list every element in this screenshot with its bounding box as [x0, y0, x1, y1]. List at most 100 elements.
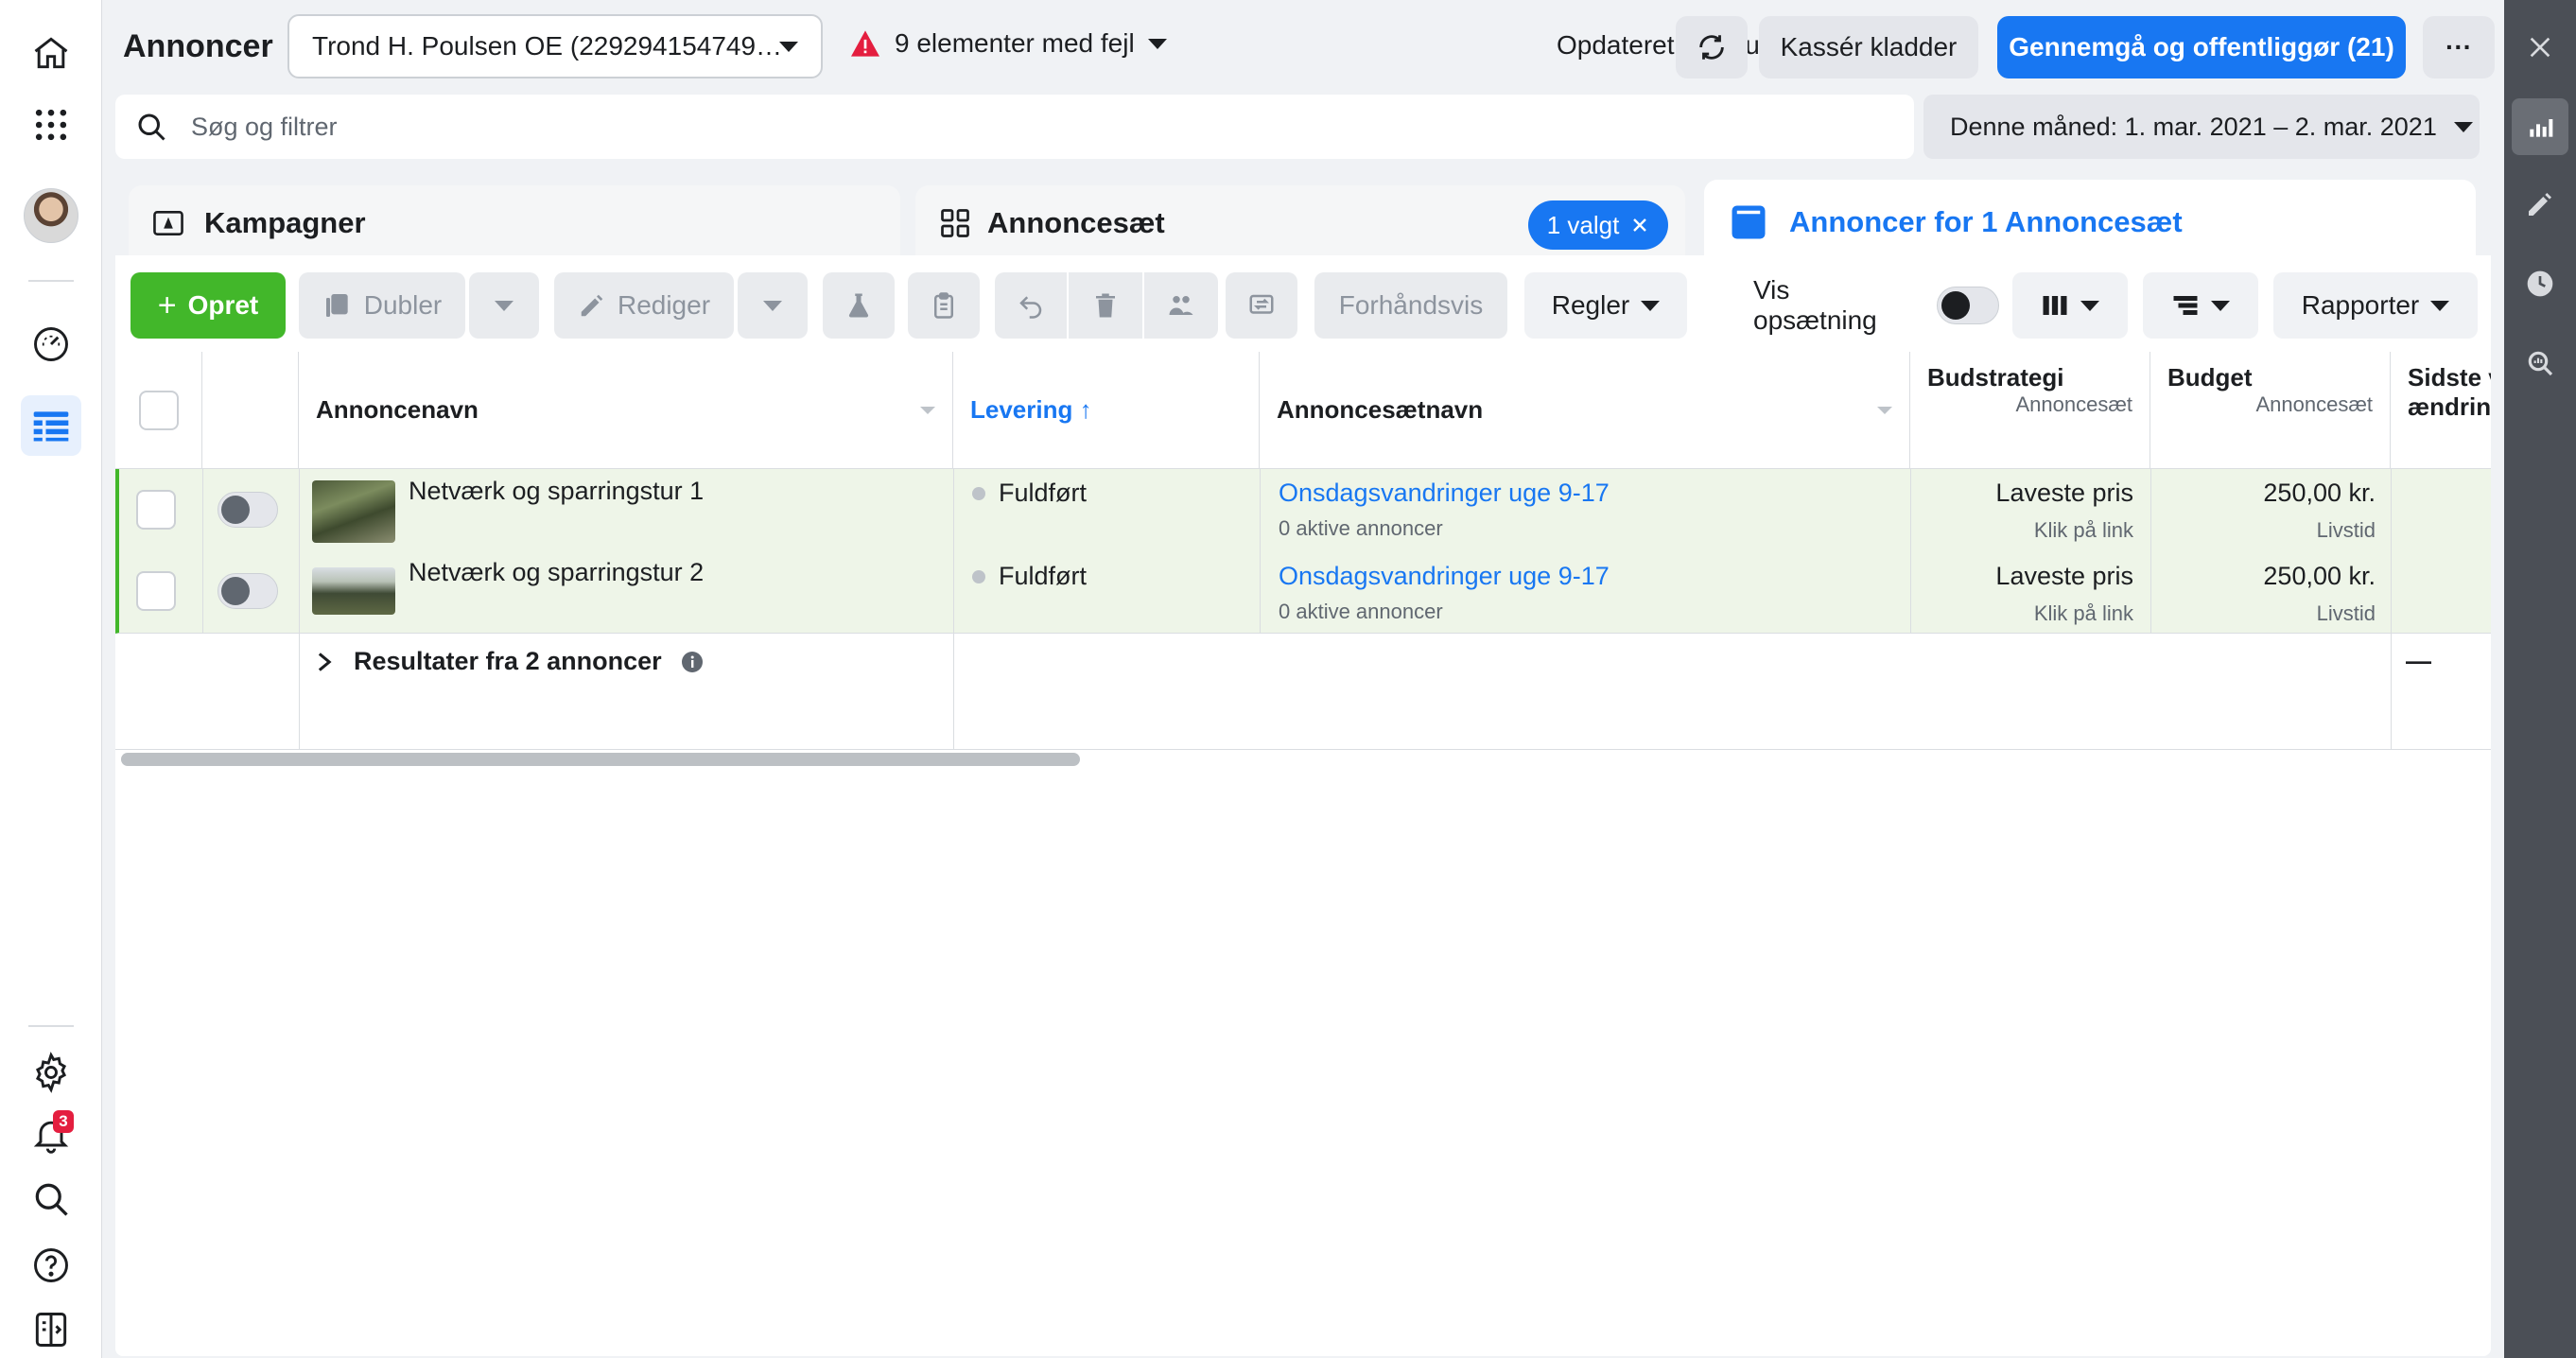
review-publish-button[interactable]: Gennemgå og offentliggør (21)	[1997, 16, 2406, 78]
status-dot-icon	[972, 569, 985, 583]
view-setup-label: Vis opsætning	[1753, 275, 1877, 335]
apps-grid-icon[interactable]	[21, 95, 81, 155]
breakdown-icon	[2173, 296, 2198, 315]
column-header-adset-name[interactable]: Annoncesætnavn	[1260, 352, 1910, 469]
ad-name[interactable]: Netværk og sparringstur 2	[409, 558, 704, 587]
avatar[interactable]	[21, 185, 81, 246]
selected-filter-chip[interactable]: 1 valgt	[1528, 200, 1668, 250]
preview-button[interactable]: Forhåndsvis	[1314, 272, 1507, 339]
table-row[interactable]: Netværk og sparringstur 2 Fuldført Onsda…	[115, 550, 2491, 634]
select-all-checkbox[interactable]	[138, 390, 179, 430]
delivery-status-label: Fuldført	[999, 479, 1088, 507]
info-icon[interactable]	[681, 651, 704, 673]
date-range-label: Denne måned: 1. mar. 2021 – 2. mar. 2021	[1950, 112, 2437, 141]
budget-type: Livstid	[2316, 518, 2376, 542]
panel-toggle-icon[interactable]	[21, 1299, 81, 1358]
chevron-down-icon	[2211, 300, 2230, 311]
create-label: Opret	[187, 290, 259, 320]
duplicate-button[interactable]: Dubler	[299, 272, 465, 339]
reports-button[interactable]: Rapporter	[2273, 272, 2478, 339]
search-input[interactable]: Søg og filtrer	[191, 113, 338, 142]
column-header-budget-sub: Annoncesæt	[2255, 392, 2373, 416]
rules-label: Regler	[1551, 290, 1630, 320]
column-header-last-change[interactable]: Sidste v ændring	[2391, 352, 2491, 469]
top-bar: Annoncer Trond H. Poulsen OE (2292941547…	[102, 0, 2504, 95]
page-title: Annoncer	[123, 28, 273, 64]
refresh-icon	[1699, 35, 1724, 60]
ads-manager-table-icon[interactable]	[21, 395, 81, 456]
adset-link[interactable]: Onsdagsvandringer uge 9-17	[1279, 479, 1610, 508]
speedometer-icon[interactable]	[21, 314, 81, 374]
chevron-down-icon	[779, 41, 798, 52]
column-header-adset-name-label: Annoncesætnavn	[1277, 395, 1484, 424]
horizontal-scrollbar[interactable]	[121, 753, 1080, 766]
column-header-bid-strategy[interactable]: Budstrategi Annoncesæt	[1910, 352, 2150, 469]
ad-icon	[1732, 205, 1766, 239]
clipboard-button[interactable]	[908, 272, 980, 339]
columns-button[interactable]	[2012, 272, 2128, 339]
notification-count-badge: 3	[53, 1110, 74, 1133]
edit-label: Rediger	[617, 290, 711, 320]
tab-ads[interactable]: Annoncer for 1 Annoncesæt	[1704, 180, 2476, 265]
column-header-budget[interactable]: Budget Annoncesæt	[2150, 352, 2391, 469]
selected-filter-label: 1 valgt	[1546, 210, 1620, 239]
column-header-budget-label: Budget	[2167, 363, 2253, 392]
results-expand[interactable]: Resultater fra 2 annoncer	[314, 647, 704, 676]
edit-dropdown[interactable]	[738, 272, 808, 339]
close-icon[interactable]	[1630, 216, 1649, 235]
tab-campaigns[interactable]: Kampagner	[129, 185, 900, 261]
rules-button[interactable]: Regler	[1524, 272, 1687, 339]
audience-button[interactable]	[1144, 272, 1218, 339]
plus-icon: +	[157, 287, 177, 323]
right-tool-panel	[2504, 0, 2576, 1358]
toggle-header-cell	[202, 352, 299, 469]
discard-drafts-button[interactable]: Kassér kladder	[1759, 16, 1978, 78]
chart-bars-icon[interactable]	[2512, 98, 2568, 155]
errors-dropdown[interactable]: 9 elementer med fejl	[849, 28, 1167, 59]
view-setup-switch[interactable]	[1937, 287, 1999, 324]
row-checkbox[interactable]	[136, 571, 176, 611]
notifications-bell-icon[interactable]: 3	[21, 1105, 81, 1165]
table-row[interactable]: Netværk og sparringstur 1 Fuldført Onsda…	[115, 469, 2491, 550]
ad-status-toggle[interactable]	[218, 573, 278, 609]
duplicate-dropdown[interactable]	[469, 272, 539, 339]
edit-button[interactable]: Rediger	[554, 272, 734, 339]
bid-strategy-sub: Klik på link	[2033, 601, 2133, 625]
home-icon[interactable]	[21, 23, 81, 83]
delivery-status: Fuldført	[972, 562, 1087, 591]
date-range-picker[interactable]: Denne måned: 1. mar. 2021 – 2. mar. 2021	[1923, 95, 2480, 159]
adset-link[interactable]: Onsdagsvandringer uge 9-17	[1279, 562, 1610, 591]
select-all-cell	[115, 352, 202, 469]
inspect-search-icon[interactable]	[2512, 335, 2568, 392]
delete-button[interactable]	[1069, 272, 1142, 339]
compare-button[interactable]	[1226, 272, 1297, 339]
account-selector[interactable]: Trond H. Poulsen OE (229294154749…	[287, 14, 823, 78]
swap-icon	[1249, 294, 1274, 314]
create-button[interactable]: + Opret	[131, 272, 286, 339]
view-setup-toggle[interactable]: Vis opsætning	[1753, 272, 1999, 339]
breakdown-button[interactable]	[2143, 272, 2258, 339]
ab-test-button[interactable]	[823, 272, 895, 339]
settings-gear-icon[interactable]	[21, 1042, 81, 1103]
search-icon[interactable]	[21, 1169, 81, 1229]
column-header-delivery[interactable]: Levering ↑	[953, 352, 1260, 469]
more-options-button[interactable]: ···	[2423, 16, 2495, 78]
search-icon	[138, 113, 165, 141]
row-checkbox[interactable]	[136, 490, 176, 530]
people-icon	[1169, 296, 1193, 315]
column-header-ad-name[interactable]: Annoncenavn	[299, 352, 953, 469]
history-clock-icon[interactable]	[2512, 255, 2568, 312]
chevron-down-icon	[1147, 38, 1167, 49]
undo-button[interactable]	[995, 272, 1067, 339]
results-summary-row: Resultater fra 2 annoncer —	[115, 634, 2491, 749]
help-icon[interactable]	[21, 1235, 81, 1296]
refresh-button[interactable]	[1676, 16, 1748, 78]
search-filter-bar[interactable]: Søg og filtrer	[115, 95, 1914, 159]
ad-status-toggle[interactable]	[218, 492, 278, 528]
close-icon[interactable]	[2512, 19, 2568, 76]
budget-value: 250,00 kr.	[2263, 479, 2376, 507]
clipboard-icon	[934, 292, 953, 319]
chevron-down-icon	[763, 300, 782, 311]
ad-name[interactable]: Netværk og sparringstur 1	[409, 477, 704, 506]
edit-pencil-icon[interactable]	[2512, 176, 2568, 233]
